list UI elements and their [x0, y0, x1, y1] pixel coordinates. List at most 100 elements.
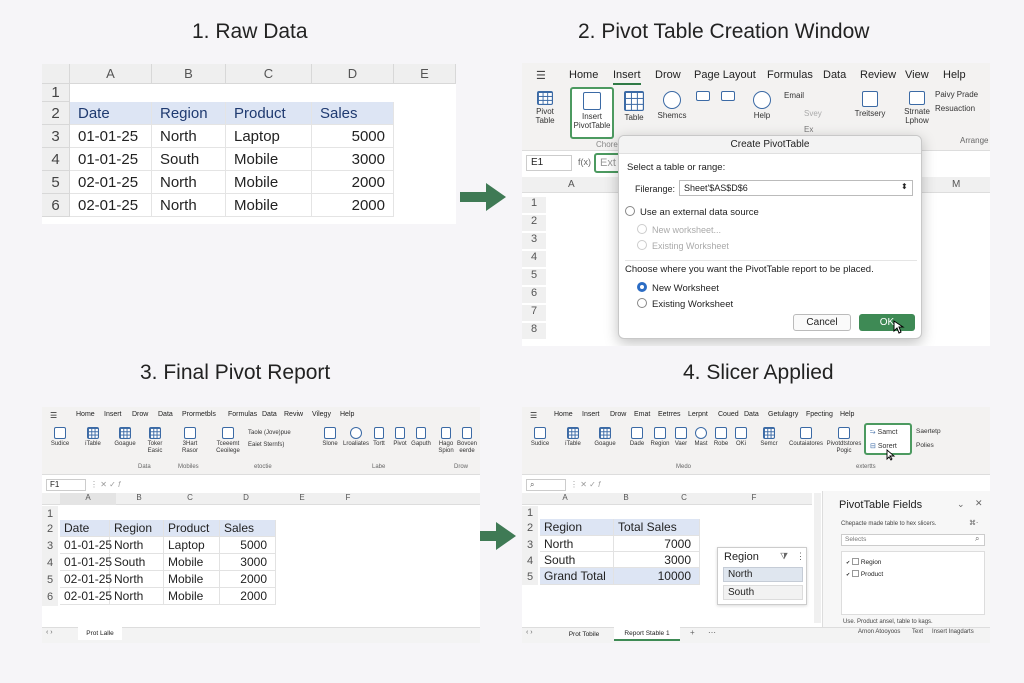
tab-prormetbls[interactable]: Prormetbls	[182, 411, 216, 418]
ribbon-button[interactable]: Pivot	[390, 427, 410, 448]
tab-review[interactable]: Reviw	[284, 411, 303, 418]
samct-button[interactable]: ⥲ Samct	[870, 428, 897, 437]
shapes-button[interactable]: Shemcs	[656, 91, 688, 120]
data-cell[interactable]: 01-01-25	[60, 537, 112, 554]
tab-draw[interactable]: Drow	[132, 411, 148, 418]
add-sheet-icon[interactable]: +	[690, 628, 695, 637]
tab-home[interactable]: Home	[569, 69, 598, 81]
resuaction-button[interactable]: Resuaction	[935, 104, 975, 113]
row-header[interactable]: 5	[42, 572, 58, 589]
ribbon-button[interactable]: OKi	[732, 427, 750, 448]
tab-draw[interactable]: Drow	[655, 69, 681, 81]
row-header[interactable]: 6	[522, 287, 546, 303]
name-box[interactable]: ⌕	[526, 479, 566, 491]
col-header[interactable]: F	[732, 493, 776, 502]
row-header[interactable]: 1	[522, 197, 546, 213]
col-header[interactable]: E	[394, 64, 456, 84]
data-cell[interactable]: 5000	[312, 125, 394, 148]
tab-lerpnt[interactable]: Lerpnt	[688, 411, 708, 418]
ribbon-button[interactable]: Tortt	[370, 427, 388, 448]
data-cell[interactable]: Mobile	[226, 148, 312, 171]
ribbon-button[interactable]: Pivotdtstores Pogic	[826, 427, 862, 455]
tab-coued[interactable]: Coued	[718, 411, 739, 418]
data-cell[interactable]: 3000	[312, 148, 394, 171]
data-cell[interactable]: 02-01-25	[60, 571, 112, 588]
ribbon-button[interactable]: Hago Spion	[436, 427, 456, 455]
row-header[interactable]: 2	[522, 215, 546, 231]
row-header[interactable]: 1	[42, 506, 58, 522]
ribbon-button[interactable]: Bovcen eerde	[456, 427, 478, 455]
pivot-table-button[interactable]: Pivot Table	[530, 91, 560, 125]
ex-button[interactable]: Ex	[804, 125, 813, 134]
ribbon-button[interactable]: Gaputh	[410, 427, 432, 448]
data-cell[interactable]: 01-01-25	[70, 125, 152, 148]
vertical-scrollbar[interactable]	[814, 493, 821, 623]
pivot-cell[interactable]: South	[540, 552, 614, 568]
header-cell[interactable]: Date	[70, 102, 152, 125]
row-header[interactable]: 5	[522, 569, 538, 585]
data-cell[interactable]: 02-01-25	[60, 588, 112, 605]
row-header[interactable]: 3	[522, 537, 538, 553]
tab-review[interactable]: Review	[860, 69, 896, 81]
grand-total-label[interactable]: Grand Total	[540, 568, 614, 585]
sheet-nav-icon[interactable]: ‹ ›	[526, 629, 533, 636]
ribbon-button[interactable]: Mast	[692, 427, 710, 448]
ribbon-button[interactable]: Saertetp	[916, 427, 941, 436]
data-cell[interactable]: North	[110, 537, 164, 554]
header-cell[interactable]: Date	[60, 520, 110, 537]
data-cell[interactable]: 01-01-25	[70, 148, 152, 171]
row-header[interactable]: 5	[522, 269, 546, 285]
row-header[interactable]: 4	[522, 553, 538, 569]
tab-eetrres[interactable]: Eetrres	[658, 411, 681, 418]
col-header[interactable]: A	[540, 493, 590, 502]
filter-icon[interactable]: ⧩	[780, 551, 788, 562]
tab-help[interactable]: Help	[840, 411, 854, 418]
col-header[interactable]: B	[116, 493, 162, 502]
tab-formulas[interactable]: Formulas	[767, 69, 813, 81]
header-cell[interactable]: Sales	[220, 520, 276, 537]
ribbon-button[interactable]: Goague	[592, 427, 618, 448]
tab-data-2[interactable]: Data	[262, 411, 277, 418]
tab-data[interactable]: Data	[744, 411, 759, 418]
range-spin-icon[interactable]: ⬍	[901, 182, 908, 191]
tab-fpecting[interactable]: Fpecting	[806, 411, 833, 418]
col-header[interactable]: D	[218, 493, 274, 502]
ribbon-button[interactable]: Sudice	[46, 427, 74, 448]
data-cell[interactable]: North	[152, 125, 226, 148]
row-header[interactable]: 8	[522, 323, 546, 339]
chart-icon[interactable]	[695, 91, 711, 103]
row-header[interactable]: 2	[42, 102, 70, 125]
strnate-button[interactable]: Strnate Lphow	[902, 91, 932, 125]
ok-button[interactable]: OK	[859, 314, 915, 331]
tab-home[interactable]: Home	[554, 411, 573, 418]
row-header[interactable]: 2	[522, 520, 538, 537]
tab-view[interactable]: View	[905, 69, 929, 81]
pivot-value-header[interactable]: Total Sales	[614, 519, 700, 536]
paivy-prade-button[interactable]: Paivy Prade	[935, 90, 978, 99]
row-header[interactable]: 3	[42, 125, 70, 148]
data-cell[interactable]: North	[110, 588, 164, 605]
tab-emat[interactable]: Emat	[634, 411, 650, 418]
ribbon-button[interactable]: Tceeemt Ceoilege	[212, 427, 244, 455]
col-header[interactable]: B	[590, 493, 662, 502]
new-worksheet-option[interactable]: New Worksheet	[637, 282, 719, 294]
field-item-region[interactable]: ✔ Region	[846, 558, 881, 566]
settings-icon[interactable]: ⌘⋅	[969, 519, 978, 527]
col-header[interactable]: A	[60, 493, 116, 505]
grand-total-value[interactable]: 10000	[614, 568, 700, 585]
tab-getulagry[interactable]: Getulagry	[768, 411, 798, 418]
col-header[interactable]: A	[568, 179, 575, 190]
close-icon[interactable]: ✕	[975, 498, 983, 509]
data-cell[interactable]: 3000	[220, 554, 276, 571]
ribbon-button[interactable]: Vaer	[672, 427, 690, 448]
col-header[interactable]: D	[312, 64, 394, 84]
tab-home[interactable]: Home	[76, 411, 95, 418]
select-all-corner[interactable]	[42, 64, 70, 84]
slicer-item-north[interactable]: North	[723, 567, 803, 582]
tab-insert[interactable]: Insert	[104, 411, 122, 418]
chart-icon[interactable]	[720, 91, 736, 103]
ribbon-button[interactable]: iTable	[560, 427, 586, 448]
name-box[interactable]: E1	[526, 155, 572, 171]
data-cell[interactable]: North	[110, 571, 164, 588]
new-worksheet-dim-option[interactable]: New worksheet...	[637, 224, 721, 235]
